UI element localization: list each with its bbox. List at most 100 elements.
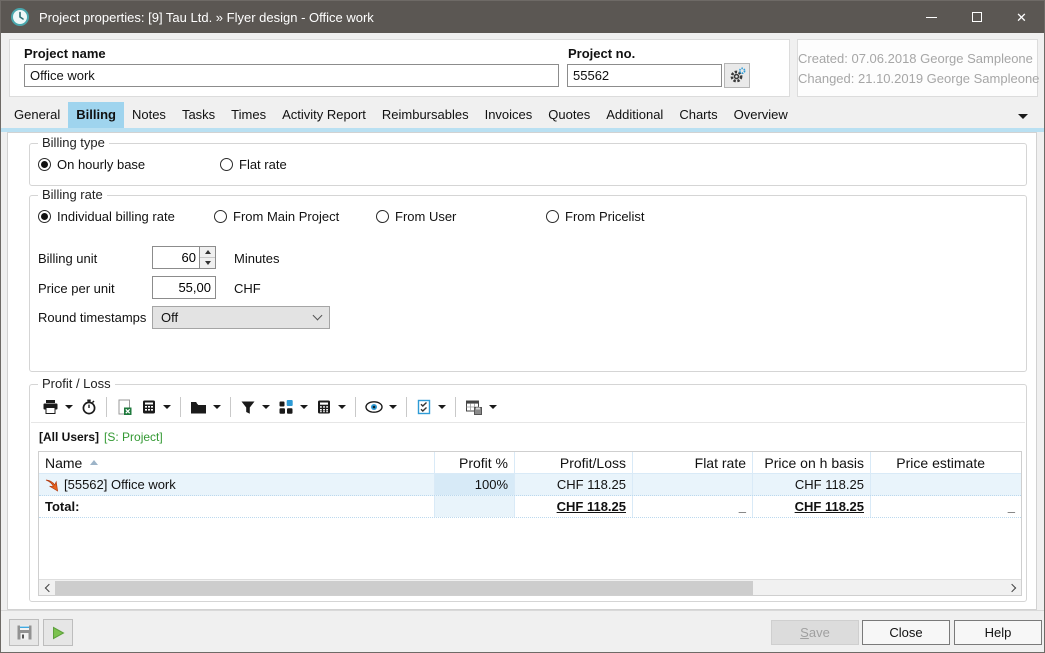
stopwatch-button[interactable] <box>77 395 101 419</box>
radio-individual-billing-rate[interactable]: Individual billing rate <box>38 209 175 224</box>
scroll-right-button[interactable] <box>1005 580 1021 596</box>
play-icon <box>50 625 66 641</box>
radio-from-user[interactable]: From User <box>376 209 456 224</box>
calculator-icon <box>316 399 332 415</box>
scope-project: [S: Project] <box>104 430 163 444</box>
tab-invoices[interactable]: Invoices <box>477 102 541 128</box>
group-by-icon <box>278 399 294 415</box>
quick-save-button[interactable] <box>9 619 39 646</box>
start-timer-button[interactable] <box>43 619 73 646</box>
filter-button[interactable] <box>236 395 274 419</box>
tab-additional[interactable]: Additional <box>598 102 671 128</box>
project-no-input[interactable] <box>567 64 722 87</box>
folder-button[interactable] <box>186 395 225 419</box>
total-flat-rate-cell: _ <box>633 496 753 517</box>
radio-from-pricelist[interactable]: From Pricelist <box>546 209 644 224</box>
row-name: [55562] Office work <box>64 477 176 492</box>
tab-notes[interactable]: Notes <box>124 102 174 128</box>
export-excel-button[interactable] <box>112 395 137 419</box>
radio-icon <box>38 158 51 171</box>
total-profit-loss-cell: CHF 118.25 <box>515 496 633 517</box>
project-no-settings-button[interactable] <box>724 63 750 88</box>
help-button[interactable]: Help <box>954 620 1042 645</box>
checklist-icon <box>416 399 432 415</box>
stepper-down-button[interactable] <box>200 258 215 268</box>
radio-from-main-project[interactable]: From Main Project <box>214 209 339 224</box>
calculator-button[interactable] <box>312 395 350 419</box>
radio-label: From Main Project <box>233 209 339 224</box>
tab-activity-report[interactable]: Activity Report <box>274 102 374 128</box>
tab-quotes[interactable]: Quotes <box>540 102 598 128</box>
dropdown-caret-icon <box>300 405 308 409</box>
scroll-left-button[interactable] <box>39 580 55 596</box>
radio-flat-rate[interactable]: Flat rate <box>220 157 287 172</box>
total-price-on-h-basis-cell: CHF 118.25 <box>753 496 871 517</box>
group-by-button[interactable] <box>274 395 312 419</box>
scrollbar-thumb[interactable] <box>55 581 753 595</box>
arrow-up-icon <box>205 250 211 254</box>
close-dialog-button[interactable]: Close <box>862 620 950 645</box>
radio-label: Flat rate <box>239 157 287 172</box>
visibility-button[interactable] <box>361 395 401 419</box>
tab-tasks[interactable]: Tasks <box>174 102 223 128</box>
window-title: Project properties: [9] Tau Ltd. » Flyer… <box>39 10 909 25</box>
eye-icon <box>365 400 383 414</box>
filter-icon <box>240 400 256 415</box>
maximize-button[interactable] <box>954 1 999 33</box>
tab-overflow-button[interactable] <box>1012 108 1034 124</box>
price-per-unit-input[interactable] <box>152 276 216 299</box>
minimize-button[interactable] <box>909 1 954 33</box>
name-cell: [55562] Office work <box>39 474 435 495</box>
radio-on-hourly-base[interactable]: On hourly base <box>38 157 145 172</box>
sum-table-icon <box>141 399 157 415</box>
dropdown-caret-icon <box>338 405 346 409</box>
column-label: Profit % <box>459 455 508 471</box>
project-name-input[interactable] <box>24 64 559 87</box>
dropdown-caret-icon <box>213 405 221 409</box>
round-timestamps-dropdown[interactable]: Off <box>152 306 330 329</box>
column-header-profit-pct[interactable]: Profit % <box>435 452 515 473</box>
billing-unit-input[interactable] <box>152 246 200 269</box>
column-header-price-estimate[interactable]: Price estimate <box>871 452 1021 473</box>
chevron-down-icon <box>313 311 323 321</box>
tab-reimbursables[interactable]: Reimbursables <box>374 102 477 128</box>
tab-times[interactable]: Times <box>223 102 274 128</box>
created-info: Created: 07.06.2018 George Sampleone <box>798 49 1024 69</box>
toolbar-separator <box>355 397 356 417</box>
column-header-price-on-h-basis[interactable]: Price on h basis <box>753 452 871 473</box>
project-properties-window: Project properties: [9] Tau Ltd. » Flyer… <box>0 0 1045 653</box>
table-row[interactable]: [55562] Office work 100% CHF 118.25 CHF … <box>39 474 1021 496</box>
audit-info-box: Created: 07.06.2018 George Sampleone Cha… <box>797 39 1038 97</box>
column-header-profit-loss[interactable]: Profit/Loss <box>515 452 633 473</box>
column-label: Price estimate <box>896 455 985 471</box>
radio-icon <box>38 210 51 223</box>
horizontal-scrollbar[interactable] <box>39 579 1021 595</box>
tab-charts[interactable]: Charts <box>671 102 725 128</box>
stepper-up-button[interactable] <box>200 247 215 258</box>
minimize-icon <box>926 17 937 18</box>
billing-type-legend: Billing type <box>38 136 109 150</box>
column-header-name[interactable]: Name <box>39 452 435 473</box>
save-button[interactable]: Save <box>771 620 859 645</box>
sum-table-button[interactable] <box>137 395 175 419</box>
chevron-right-icon <box>1007 583 1015 591</box>
billing-unit-stepper <box>200 246 216 269</box>
tab-billing[interactable]: Billing <box>68 102 124 128</box>
tab-overview[interactable]: Overview <box>726 102 796 128</box>
footer-bar: Save Close Help <box>1 610 1044 652</box>
column-header-flat-rate[interactable]: Flat rate <box>633 452 753 473</box>
close-button[interactable]: ✕ <box>999 1 1044 33</box>
project-no-label: Project no. <box>568 46 635 61</box>
table-save-button[interactable] <box>461 395 501 419</box>
round-timestamps-label: Round timestamps <box>38 310 146 325</box>
dropdown-caret-icon <box>163 405 171 409</box>
chevron-down-icon <box>1018 114 1028 119</box>
print-button[interactable] <box>38 395 77 419</box>
column-check-button[interactable] <box>412 395 450 419</box>
table-save-icon <box>465 399 483 415</box>
project-name-label: Project name <box>24 46 106 61</box>
price-per-unit-label: Price per unit <box>38 281 115 296</box>
tab-general[interactable]: General <box>6 102 68 128</box>
billing-unit-label: Billing unit <box>38 251 97 266</box>
printer-icon <box>42 399 59 415</box>
